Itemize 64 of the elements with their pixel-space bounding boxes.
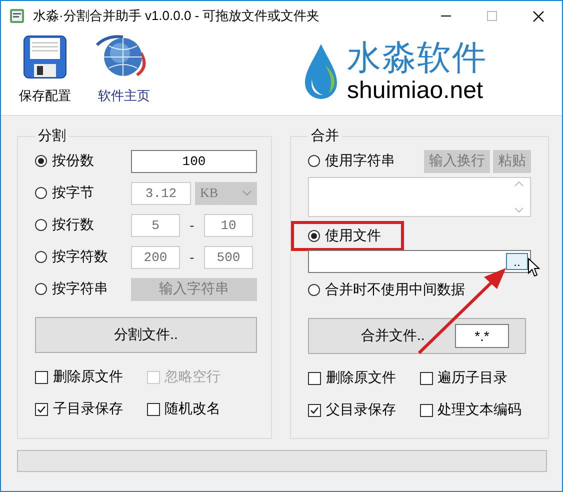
radio-button[interactable] [308,230,320,242]
checkbox[interactable] [420,404,432,416]
checkbox[interactable] [420,372,432,384]
input-string-button[interactable]: 输入字符串 [131,278,257,300]
checkbox-label: 子目录保存 [53,400,123,418]
toolbar-button[interactable]: 软件主页 [87,31,161,111]
checkbox[interactable] [35,402,48,416]
checkbox[interactable] [146,402,160,416]
input-field[interactable]: 200 [131,246,180,268]
checkbox-label: 遍历子目录 [438,369,508,387]
radio-button[interactable] [35,283,47,295]
toolbar-button[interactable]: 输入换行 [424,150,490,172]
window-title: 水淼·分割合并助手 v1.0.0.0 - 可拖放文件或文件夹 [33,7,321,25]
browse-button[interactable]: .. [506,253,528,270]
input-field[interactable]: 500 [204,246,253,268]
logo-text: 水淼软件 [347,41,487,75]
checkbox-label: 删除原文件 [53,368,123,386]
input-field[interactable]: 10 [204,214,253,236]
range-separator: - [188,217,196,233]
chevron-down-icon [242,190,252,196]
group-title: 分割 [37,127,67,145]
radio-button[interactable] [35,219,47,231]
radio-button[interactable] [308,284,320,296]
check-icon [309,404,320,416]
group-title: 合并 [310,127,340,145]
checkbox-label: 删除原文件 [326,369,396,387]
unit-dropdown[interactable]: KB [195,182,257,204]
check-icon [36,404,47,414]
checkbox[interactable] [35,370,48,384]
radio-label: 按字符串 [52,280,108,298]
merge-file-button[interactable]: 合并文件.. *.* [308,318,526,354]
checkbox-label: 忽略空行 [164,368,220,386]
mouse-cursor-icon [528,258,540,277]
water-drop-icon [303,43,339,101]
input-field[interactable]: 5 [131,214,180,236]
toolbar-button[interactable]: 保存配置 [13,31,77,111]
app-icon [9,8,25,24]
radio-label: 使用文件 [325,227,381,245]
checkbox[interactable] [308,404,321,416]
checkbox-label: 随机改名 [164,400,220,418]
checkbox[interactable] [308,372,321,384]
radio-label: 按份数 [52,152,94,170]
minimize-icon [441,15,451,17]
checkbox-label: 父目录保存 [326,401,396,419]
input-field[interactable]: 100 [131,150,257,172]
radio-button[interactable] [35,251,47,263]
scroll-arrows-icon [514,180,524,214]
close-icon [533,10,544,22]
maximize-icon [487,11,497,21]
logo-domain: shuimiao.net [347,79,484,103]
radio-label: 合并时不使用中间数据 [325,281,465,299]
radio-label: 按字节 [52,184,94,202]
radio-label: 按字符数 [52,248,108,266]
radio-button[interactable] [35,187,47,199]
radio-button[interactable] [35,155,47,167]
radio-label: 使用字符串 [325,152,395,170]
radio-button[interactable] [308,155,320,167]
range-separator: - [188,249,196,265]
input-field[interactable]: 3.12 [131,182,191,204]
split-file-button[interactable]: 分割文件.. [35,317,257,353]
radio-label: 按行数 [52,216,94,234]
toolbar-button[interactable]: 粘贴 [493,150,531,172]
file-pattern-field[interactable]: *.* [455,324,509,348]
checkbox-label: 处理文本编码 [438,401,522,419]
